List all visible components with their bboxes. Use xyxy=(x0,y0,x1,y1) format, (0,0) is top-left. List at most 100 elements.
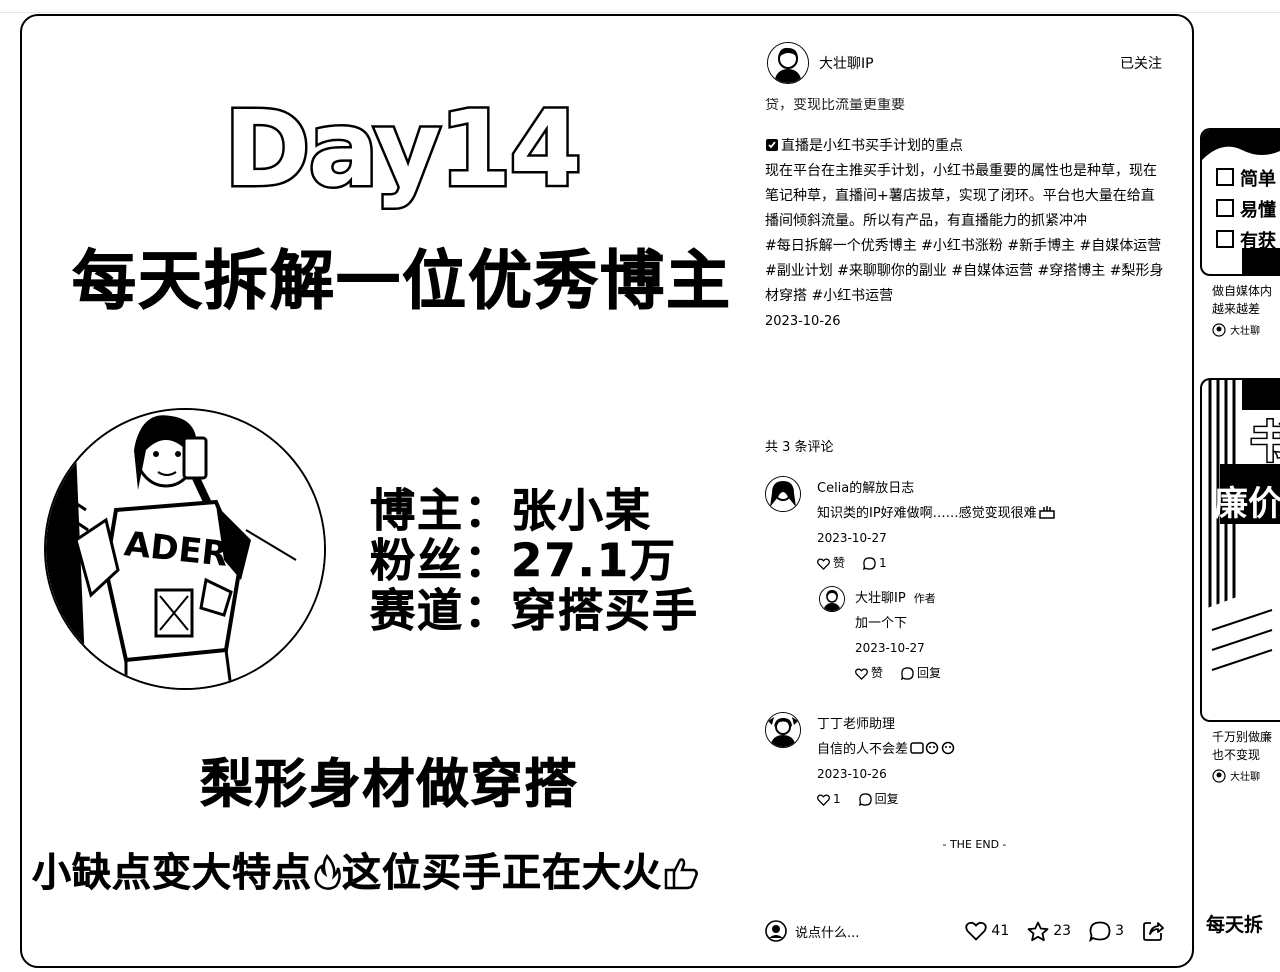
stat-value: 穿搭买手 xyxy=(511,584,700,637)
checklist-text: 简单 xyxy=(1240,169,1276,190)
author-name[interactable]: 大壮聊IP xyxy=(819,53,874,73)
comment-date: 2023-10-26 xyxy=(817,767,887,781)
author-avatar-icon xyxy=(1212,768,1226,783)
reply-label: 回复 xyxy=(874,792,899,806)
author-avatar[interactable] xyxy=(767,42,809,84)
content-tags[interactable]: #每日拆解一个优秀博主 #小红书涨粉 #新手博主 #自媒体运营 #副业计划 #来… xyxy=(765,234,1165,309)
comment-body: 大壮聊IP 作者 加一个下 2023-10-27 赞 回复 xyxy=(855,586,1192,686)
note-detail-panel: 大壮聊IP 已关注 贷，变现比流量更重要 直播是小红书买手计划的重点 现在平台在… xyxy=(757,16,1192,966)
author-badge: 作者 xyxy=(913,592,936,605)
comment-text-content: 自信的人不会差 xyxy=(817,742,909,757)
commenter-avatar[interactable] xyxy=(765,712,801,748)
comment-body: 丁丁老师助理 自信的人不会差 2023-10-26 1 回复 xyxy=(817,712,1157,812)
comment-total-count: 3 xyxy=(1115,923,1124,939)
reply-label: 1 xyxy=(879,556,887,570)
feed-author-name: 大壮聊 xyxy=(1230,772,1260,783)
heart-icon xyxy=(817,793,830,806)
commenter-avatar[interactable] xyxy=(765,476,801,512)
stat-fans: 粉丝：27.1万 xyxy=(370,534,699,587)
comment-actions: 赞 回复 xyxy=(855,661,1192,686)
tagline-part2: 这位买手正在大火 xyxy=(342,851,663,897)
feed-card-big-text: 书 xyxy=(1249,406,1280,470)
reply-bubble-icon xyxy=(901,667,914,680)
comment-text-content: 加一个下 xyxy=(855,616,908,631)
stat-value: 27.1万 xyxy=(511,534,678,587)
feed-card[interactable]: 简单 易懂 有获 做自媒体内 越来越差 大壮聊 xyxy=(1200,128,1280,337)
like-count: 1 xyxy=(833,792,841,806)
reply-bubble-icon xyxy=(858,793,872,806)
like-label: 赞 xyxy=(833,556,846,570)
feed-title-line: 做自媒体内 xyxy=(1212,284,1273,298)
feed-card-title: 做自媒体内 越来越差 xyxy=(1212,282,1280,318)
checkbox-icon xyxy=(1216,230,1234,248)
heart-icon xyxy=(965,921,988,941)
comment-actions: 1 回复 xyxy=(817,787,1157,812)
fire-icon xyxy=(314,854,341,890)
section-title-text: 直播是小红书买手计划的重点 xyxy=(781,138,963,154)
stat-blogger: 博主：张小某 xyxy=(370,484,699,537)
feed-card-banner-text: 廉价 xyxy=(1214,484,1280,524)
commenter-name[interactable]: 丁丁老师助理 xyxy=(817,712,1157,737)
feed-title-line: 也不变现 xyxy=(1212,748,1261,762)
stat-track: 赛道：穿搭买手 xyxy=(370,584,700,637)
like-button[interactable]: 41 xyxy=(965,921,1009,941)
feed-author-name: 大壮聊 xyxy=(1230,326,1260,337)
comment-button[interactable]: 3 xyxy=(1089,921,1124,942)
feed-card-partial-title[interactable]: 每天拆 xyxy=(1206,910,1263,937)
user-avatar-icon xyxy=(765,920,787,942)
heart-icon xyxy=(817,557,830,570)
note-detail-modal: Day14 每天拆解一位优秀博主 ADER 博主：张小某 粉丝：27.1万 赛道… xyxy=(20,14,1194,968)
comment-reply-button[interactable]: 回复 xyxy=(901,661,941,686)
star-icon xyxy=(1027,921,1049,941)
blogger-stats: 博主：张小某 粉丝：27.1万 赛道：穿搭买手 xyxy=(370,484,700,637)
reply-label: 回复 xyxy=(917,666,942,680)
commenter-name[interactable]: 大壮聊IP xyxy=(855,591,906,606)
comment-reply-button[interactable]: 1 xyxy=(863,551,887,576)
comment-like-button[interactable]: 1 xyxy=(817,787,841,812)
comment-text-content: 知识类的IP好难做啊……感觉变现很难 xyxy=(817,506,1037,521)
stat-label: 博主： xyxy=(370,484,512,537)
poster-headline: 梨形身材做穿搭 xyxy=(200,755,579,816)
blogger-photo: ADER xyxy=(44,408,326,690)
feed-card-image: 简单 易懂 有获 xyxy=(1200,128,1280,276)
note-metrics: 41 23 3 xyxy=(965,920,1164,942)
interaction-bar: 说点什么... 41 23 3 xyxy=(757,914,1192,952)
poster-tagline: 小缺点变大特点 这位买手正在大火 xyxy=(32,842,700,898)
note-date: 2023-10-26 xyxy=(765,314,841,329)
feed-title-line: 千万别做廉 xyxy=(1212,730,1273,744)
comment-like-button[interactable]: 赞 xyxy=(817,551,845,576)
author-avatar-image xyxy=(768,43,808,83)
follow-button[interactable]: 已关注 xyxy=(1120,53,1162,73)
comment-input[interactable]: 说点什么... xyxy=(765,920,859,942)
commenter-name[interactable]: Celia的解放日志 xyxy=(817,476,1157,501)
cake-emoji-icon xyxy=(1038,506,1055,519)
author-avatar-icon xyxy=(1212,322,1226,337)
checkbox-icon xyxy=(1216,168,1234,186)
like-count: 41 xyxy=(991,923,1010,939)
comment-like-button[interactable]: 赞 xyxy=(855,661,883,686)
checklist-item: 简单 xyxy=(1216,164,1276,195)
commenter-avatar[interactable] xyxy=(819,586,845,612)
end-marker: - THE END - xyxy=(942,838,1007,851)
star-count: 23 xyxy=(1053,923,1072,939)
commenter-avatar-image xyxy=(766,713,800,747)
checklist-item: 有获 xyxy=(1216,226,1276,257)
checklist-item: 易懂 xyxy=(1216,195,1276,226)
commenter-name-row: 大壮聊IP 作者 xyxy=(855,586,1192,611)
comment-reply-button[interactable]: 回复 xyxy=(858,787,899,812)
tagline-part1: 小缺点变大特点 xyxy=(32,851,313,897)
poster-sub-title: 每天拆解一位优秀博主 xyxy=(72,245,732,320)
comment-actions: 赞 1 xyxy=(817,551,1157,576)
collect-button[interactable]: 23 xyxy=(1027,921,1071,942)
share-button[interactable] xyxy=(1142,920,1164,942)
feed-card-title: 千万别做廉 也不变现 xyxy=(1212,728,1280,764)
emoji-icons xyxy=(910,741,955,755)
checklist-text: 有获 xyxy=(1240,231,1276,252)
comment-text: 自信的人不会差 xyxy=(817,737,1157,762)
feed-card[interactable]: 书 廉价 千万别做廉也不变现 大壮聊 xyxy=(1200,378,1280,783)
comment-text: 知识类的IP好难做啊……感觉变现很难 xyxy=(817,501,1157,526)
note-image[interactable]: Day14 每天拆解一位优秀博主 ADER 博主：张小某 粉丝：27.1万 赛道… xyxy=(22,16,757,966)
content-paragraph: 现在平台在主推买手计划，小红书最重要的属性也是种草，现在笔记种草，直播间+薯店拔… xyxy=(765,163,1157,229)
stat-label: 赛道： xyxy=(370,584,512,637)
blogger-photo-illustration: ADER xyxy=(46,410,324,688)
